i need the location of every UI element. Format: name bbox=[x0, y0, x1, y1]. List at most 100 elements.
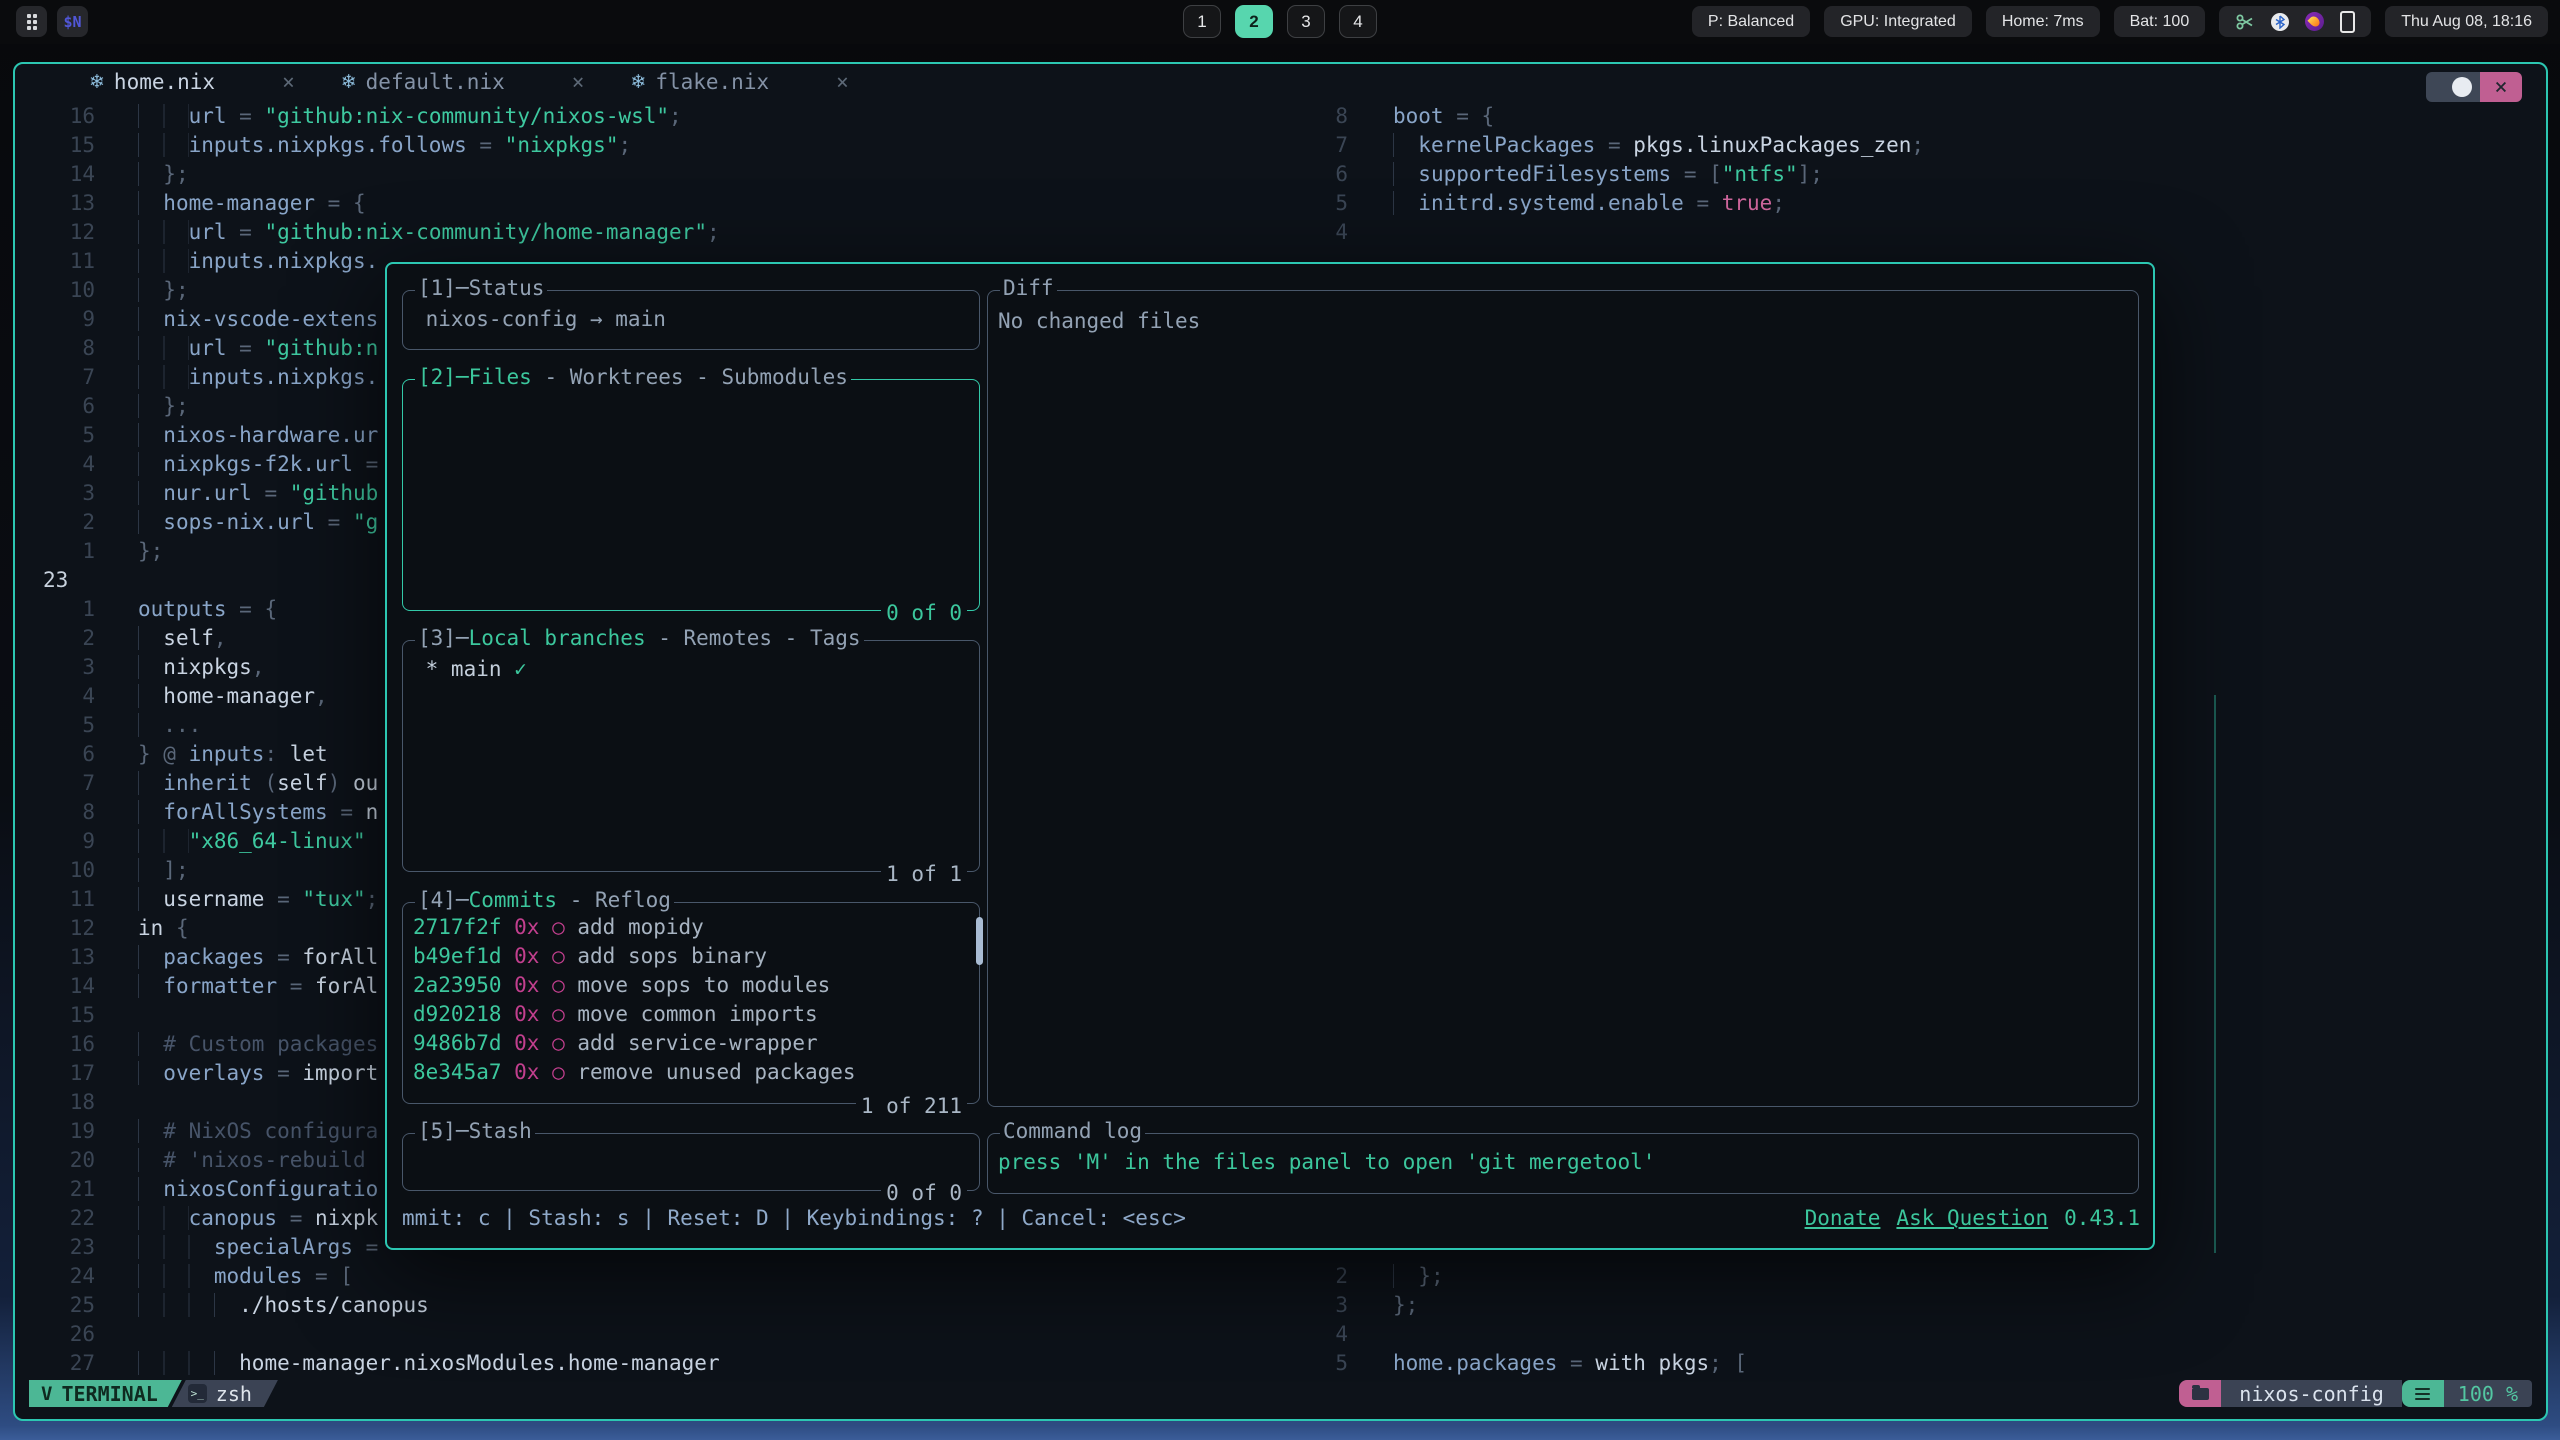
line-number: 11 bbox=[15, 885, 99, 914]
line-number: 26 bbox=[15, 1320, 99, 1349]
editor-right-pane-top[interactable]: 8boot = {7 kernelPackages = pkgs.linuxPa… bbox=[1310, 102, 1924, 247]
code-line: 5home.packages = with pkgs; [ bbox=[1310, 1349, 1747, 1378]
nix-badge[interactable]: $N bbox=[57, 6, 88, 37]
code-token: ]; bbox=[1798, 162, 1823, 186]
code-token: "github:nix-community/home-manager" bbox=[264, 220, 707, 244]
tab-close-icon[interactable]: × bbox=[572, 70, 585, 94]
panel-row[interactable]: * main ✓ bbox=[413, 655, 969, 684]
code-token: nixpkgs-f2k.url bbox=[163, 452, 353, 476]
line-number: 4 bbox=[15, 682, 99, 711]
line-number: 24 bbox=[15, 1262, 99, 1291]
code-text: nur.url = "github bbox=[138, 479, 378, 508]
tab-close-icon[interactable]: × bbox=[836, 70, 849, 94]
code-token: "tux" bbox=[302, 887, 365, 911]
code-text: "x86_64-linux" bbox=[138, 827, 366, 856]
code-token: outputs bbox=[138, 597, 227, 621]
code-token: nixosConfiguratio bbox=[163, 1177, 378, 1201]
lazygit-branches-panel[interactable]: [3]─Local branches - Remotes - Tags * ma… bbox=[402, 640, 980, 872]
panel-row[interactable]: nixos-config → main bbox=[413, 305, 969, 334]
code-token bbox=[138, 220, 189, 244]
commits-scrollbar[interactable] bbox=[976, 917, 983, 965]
scissors-icon[interactable] bbox=[2235, 12, 2255, 32]
text-segment: * main bbox=[413, 657, 514, 681]
code-token: "x86_64-linux" bbox=[189, 829, 366, 853]
code-token: overlays bbox=[163, 1061, 264, 1085]
flame-icon[interactable] bbox=[2305, 12, 2324, 31]
code-token: inputs.nixpkgs. bbox=[189, 365, 379, 389]
editor-right-pane-bottom[interactable]: 2 };3};45home.packages = with pkgs; [ bbox=[1310, 1262, 1747, 1378]
commit-row[interactable]: 9486b7d 0x ○ add service-wrapper bbox=[413, 1029, 969, 1058]
lazygit-commits-panel[interactable]: [4]─Commits - Reflog 2717f2f 0x ○ add mo… bbox=[402, 902, 980, 1104]
text-segment: press 'M' in the files panel to open 'gi… bbox=[998, 1150, 1655, 1174]
line-number: 3 bbox=[15, 653, 99, 682]
code-token: = bbox=[353, 452, 378, 476]
code-token bbox=[138, 191, 163, 215]
lazygit-status-panel[interactable]: [1]─Status nixos-config → main bbox=[402, 290, 980, 350]
lazygit-files-panel[interactable]: [2]─Files - Worktrees - Submodules 0 of … bbox=[402, 379, 980, 611]
code-token: = bbox=[353, 1235, 378, 1259]
line-number: 9 bbox=[15, 827, 99, 856]
line-number: 11 bbox=[15, 247, 99, 276]
donate-link[interactable]: Donate bbox=[1805, 1206, 1881, 1230]
panel-row[interactable]: No changed files bbox=[998, 307, 2128, 336]
code-line: 4 bbox=[1310, 1320, 1747, 1349]
line-number: 6 bbox=[15, 740, 99, 769]
pin-toggle[interactable] bbox=[2426, 72, 2480, 102]
code-text: overlays = import bbox=[138, 1059, 378, 1088]
workspace-button-3[interactable]: 3 bbox=[1287, 5, 1325, 38]
code-line: 5 initrd.systemd.enable = true; bbox=[1310, 189, 1924, 218]
code-token bbox=[138, 394, 163, 418]
panel-row[interactable]: press 'M' in the files panel to open 'gi… bbox=[998, 1148, 2128, 1177]
code-token bbox=[138, 452, 163, 476]
code-token: "ntfs" bbox=[1722, 162, 1798, 186]
bluetooth-icon[interactable] bbox=[2271, 13, 2289, 31]
code-token: packages bbox=[163, 945, 264, 969]
close-pane-button[interactable]: × bbox=[2480, 72, 2522, 102]
workspace-button-1[interactable]: 1 bbox=[1183, 5, 1221, 38]
code-token: ; bbox=[1911, 133, 1924, 157]
workspace-button-4[interactable]: 4 bbox=[1339, 5, 1377, 38]
commit-row[interactable]: d920218 0x ○ move common imports bbox=[413, 1000, 969, 1029]
code-text: nixosConfiguratio bbox=[138, 1175, 378, 1204]
code-token: ; bbox=[366, 887, 379, 911]
tab-home.nix[interactable]: ❄home.nix× bbox=[89, 70, 295, 94]
code-token bbox=[138, 162, 163, 186]
code-text: url = "github:n bbox=[138, 334, 378, 363]
lazygit-diff-panel[interactable]: Diff No changed files bbox=[987, 290, 2139, 1107]
app-launcher-button[interactable] bbox=[16, 6, 47, 37]
workspace-button-2[interactable]: 2 bbox=[1235, 5, 1273, 38]
line-number: 4 bbox=[1310, 1320, 1350, 1349]
lazygit-command-log-panel[interactable]: Command log press 'M' in the files panel… bbox=[987, 1133, 2139, 1194]
text-segment: - Reflog bbox=[557, 888, 671, 912]
code-text: nix-vscode-extens bbox=[138, 305, 378, 334]
line-number: 10 bbox=[15, 276, 99, 305]
tab-close-icon[interactable]: × bbox=[282, 70, 295, 94]
code-line: 15 inputs.nixpkgs.follows = "nixpkgs"; bbox=[15, 131, 1305, 160]
code-token bbox=[138, 1235, 214, 1259]
lazygit-keybindings: mmit: c | Stash: s | Reset: D | Keybindi… bbox=[402, 1206, 1186, 1230]
nix-snowflake-icon: ❄ bbox=[341, 71, 357, 93]
code-text: supportedFilesystems = ["ntfs"]; bbox=[1393, 160, 1823, 189]
text-segment: [4]─ bbox=[418, 888, 469, 912]
commit-row[interactable]: 8e345a7 0x ○ remove unused packages bbox=[413, 1058, 969, 1087]
code-token bbox=[138, 1061, 163, 1085]
lazygit-stash-panel[interactable]: [5]─Stash 0 of 0 bbox=[402, 1133, 980, 1191]
line-number: 8 bbox=[15, 334, 99, 363]
toggle-knob bbox=[2452, 77, 2472, 97]
code-token: pkgs.linuxPackages_zen bbox=[1633, 133, 1911, 157]
tab-flake.nix[interactable]: ❄flake.nix× bbox=[630, 70, 848, 94]
code-line: 6 supportedFilesystems = ["ntfs"]; bbox=[1310, 160, 1924, 189]
phone-icon[interactable] bbox=[2340, 11, 2355, 33]
code-token: = [ bbox=[302, 1264, 353, 1288]
code-token: ./hosts/canopus bbox=[239, 1293, 429, 1317]
code-text: # 'nixos-rebuild bbox=[138, 1146, 366, 1175]
commit-row[interactable]: b49ef1d 0x ○ add sops binary bbox=[413, 942, 969, 971]
code-token bbox=[138, 1206, 189, 1230]
code-text: formatter = forAl bbox=[138, 972, 378, 1001]
line-number: 7 bbox=[15, 363, 99, 392]
ask-question-link[interactable]: Ask Question bbox=[1896, 1206, 2048, 1230]
shell-tab[interactable]: >_ zsh bbox=[172, 1380, 278, 1407]
tab-default.nix[interactable]: ❄default.nix× bbox=[341, 70, 585, 94]
commit-row[interactable]: 2a23950 0x ○ move sops to modules bbox=[413, 971, 969, 1000]
commit-row[interactable]: 2717f2f 0x ○ add mopidy bbox=[413, 913, 969, 942]
